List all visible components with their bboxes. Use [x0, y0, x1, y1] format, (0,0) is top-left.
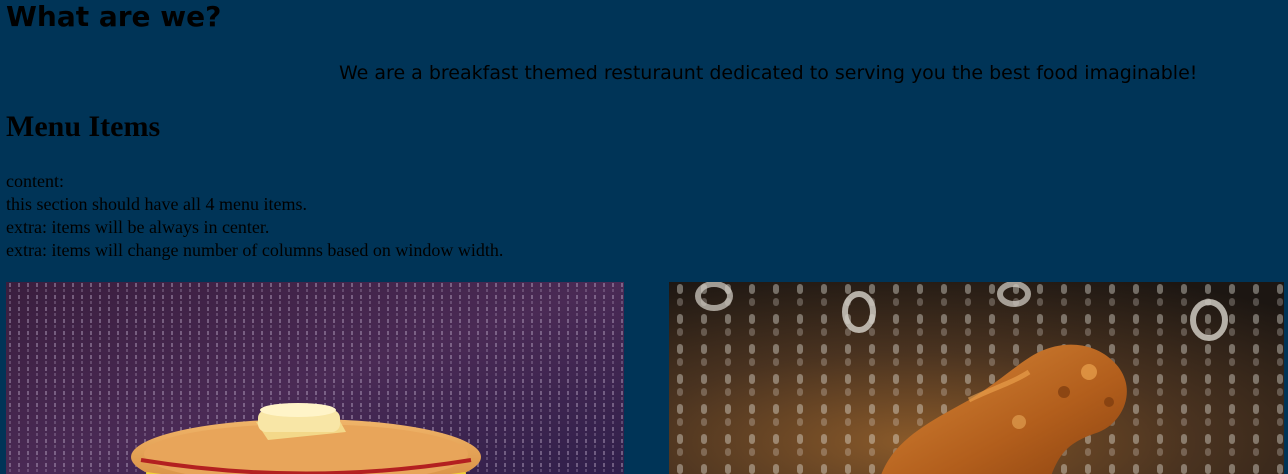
menu-item-fried-chicken: [669, 282, 1284, 474]
fried-chicken-image: [669, 282, 1284, 474]
menu-note: extra: items will be always in center.: [6, 217, 270, 237]
about-title: What are we?: [6, 0, 222, 33]
menu-item-pancakes: [6, 282, 624, 474]
about-description: We are a breakfast themed resturaunt ded…: [339, 62, 1198, 84]
menu-notes: content: this section should have all 4 …: [6, 170, 503, 262]
menu-note: extra: items will change number of colum…: [6, 240, 504, 260]
pancake-stack-image: [6, 282, 624, 474]
menu-note: content:: [6, 171, 64, 191]
menu-note: this section should have all 4 menu item…: [6, 194, 307, 214]
menu-title: Menu Items: [6, 110, 161, 143]
